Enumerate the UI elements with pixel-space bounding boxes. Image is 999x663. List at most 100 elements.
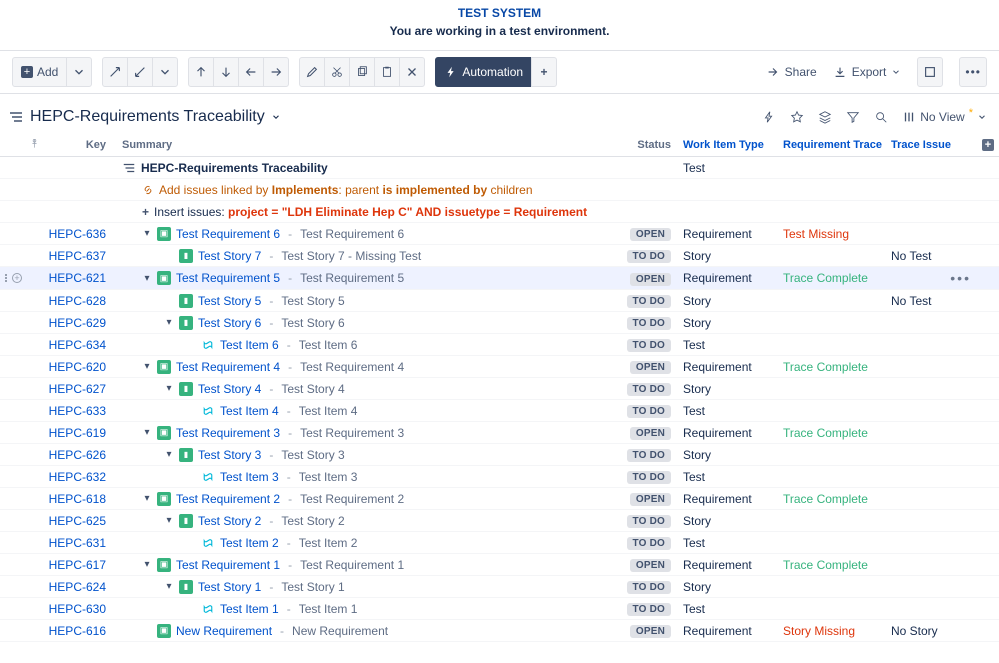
table-row[interactable]: HEPC-631 Test Item 2 - Test Item 2 TO DO… [0, 532, 999, 554]
issue-key-link[interactable]: HEPC-616 [49, 624, 106, 638]
add-row-icon[interactable]: + [12, 273, 22, 283]
issue-summary-link[interactable]: New Requirement [176, 624, 272, 638]
delete-button[interactable] [399, 57, 425, 87]
table-row[interactable]: HEPC-637 Test Story 7 - Test Story 7 - M… [0, 245, 999, 267]
status-badge[interactable]: OPEN [630, 559, 671, 572]
issue-summary-link[interactable]: Test Requirement 4 [176, 360, 280, 374]
expand-diag-icon[interactable] [102, 57, 128, 87]
drag-handle-icon[interactable] [2, 267, 10, 289]
structure-root-row[interactable]: HEPC-Requirements Traceability Test [0, 157, 999, 179]
table-row[interactable]: HEPC-616 New Requirement - New Requireme… [0, 620, 999, 642]
status-badge[interactable]: TO DO [627, 383, 671, 396]
add-button[interactable]: + Add [12, 57, 67, 87]
table-row[interactable]: HEPC-624 ▾ Test Story 1 - Test Story 1 T… [0, 576, 999, 598]
move-down-button[interactable] [213, 57, 239, 87]
issue-key-link[interactable]: HEPC-624 [49, 580, 106, 594]
column-summary[interactable]: Summary [116, 139, 623, 151]
table-row[interactable]: HEPC-618 ▾ Test Requirement 2 - Test Req… [0, 488, 999, 510]
collapse-toggle[interactable]: ▾ [164, 581, 174, 592]
edit-button[interactable] [299, 57, 325, 87]
issue-key-link[interactable]: HEPC-620 [49, 360, 106, 374]
issue-summary-link[interactable]: Test Item 3 [220, 470, 279, 484]
issue-summary-link[interactable]: Test Story 5 [198, 294, 261, 308]
status-badge[interactable]: OPEN [630, 273, 671, 286]
status-badge[interactable]: TO DO [627, 449, 671, 462]
collapse-toggle[interactable]: ▾ [142, 273, 152, 284]
status-badge[interactable]: OPEN [630, 427, 671, 440]
table-row[interactable]: HEPC-627 ▾ Test Story 4 - Test Story 4 T… [0, 378, 999, 400]
status-badge[interactable]: TO DO [627, 515, 671, 528]
move-left-button[interactable] [238, 57, 264, 87]
column-work-item-type[interactable]: Work Item Type [683, 139, 783, 151]
expand-dropdown[interactable] [152, 57, 178, 87]
collapse-toggle[interactable]: ▾ [142, 427, 152, 438]
issue-key-link[interactable]: HEPC-625 [49, 514, 106, 528]
issue-summary-link[interactable]: Test Requirement 5 [176, 271, 280, 285]
table-row[interactable]: HEPC-619 ▾ Test Requirement 3 - Test Req… [0, 422, 999, 444]
row-actions-button[interactable]: ••• [950, 270, 977, 286]
table-row[interactable]: HEPC-626 ▾ Test Story 3 - Test Story 3 T… [0, 444, 999, 466]
issue-summary-link[interactable]: Test Item 1 [220, 602, 279, 616]
move-right-button[interactable] [263, 57, 289, 87]
issue-summary-link[interactable]: Test Story 7 [198, 249, 261, 263]
column-requirement-trace[interactable]: Requirement Trace [783, 139, 891, 151]
issue-key-link[interactable]: HEPC-634 [49, 338, 106, 352]
table-row[interactable]: HEPC-620 ▾ Test Requirement 4 - Test Req… [0, 356, 999, 378]
issue-key-link[interactable]: HEPC-632 [49, 470, 106, 484]
issue-key-link[interactable]: HEPC-631 [49, 536, 106, 550]
layers-button[interactable] [818, 110, 832, 124]
collapse-toggle[interactable]: ▾ [142, 361, 152, 372]
favorite-toggle[interactable] [790, 110, 804, 124]
automation-button[interactable]: Automation [435, 57, 532, 87]
issue-summary-link[interactable]: Test Story 3 [198, 448, 261, 462]
issue-key-link[interactable]: HEPC-636 [49, 227, 106, 241]
cut-button[interactable] [324, 57, 350, 87]
collapse-toggle[interactable]: ▾ [142, 559, 152, 570]
status-badge[interactable]: OPEN [630, 625, 671, 638]
issue-summary-link[interactable]: Test Requirement 6 [176, 227, 280, 241]
structure-title[interactable]: HEPC-Requirements Traceability [8, 108, 281, 126]
issue-key-link[interactable]: HEPC-629 [49, 316, 106, 330]
collapse-toggle[interactable]: ▾ [164, 317, 174, 328]
issue-summary-link[interactable]: Test Requirement 2 [176, 492, 280, 506]
status-badge[interactable]: OPEN [630, 228, 671, 241]
issue-summary-link[interactable]: Test Item 2 [220, 536, 279, 550]
issue-key-link[interactable]: HEPC-628 [49, 294, 106, 308]
issue-summary-link[interactable]: Test Story 6 [198, 316, 261, 330]
move-up-button[interactable] [188, 57, 214, 87]
table-row[interactable]: HEPC-634 Test Item 6 - Test Item 6 TO DO… [0, 334, 999, 356]
view-selector[interactable]: No View* [902, 110, 987, 124]
status-badge[interactable]: TO DO [627, 339, 671, 352]
add-dropdown[interactable] [66, 57, 92, 87]
issue-summary-link[interactable]: Test Story 4 [198, 382, 261, 396]
collapse-toggle[interactable]: ▾ [164, 449, 174, 460]
collapse-toggle[interactable]: ▾ [164, 515, 174, 526]
status-badge[interactable]: TO DO [627, 581, 671, 594]
table-row[interactable]: + HEPC-621 ▾ Test Requirement 5 - Test R… [0, 267, 999, 290]
issue-summary-link[interactable]: Test Requirement 1 [176, 558, 280, 572]
column-trace-issue[interactable]: Trace Issue [891, 139, 977, 151]
automation-add-button[interactable]: + [531, 57, 557, 87]
table-row[interactable]: HEPC-632 Test Item 3 - Test Item 3 TO DO… [0, 466, 999, 488]
issue-key-link[interactable]: HEPC-617 [49, 558, 106, 572]
more-button[interactable]: ••• [959, 57, 987, 87]
bolt-toggle[interactable] [762, 110, 776, 124]
table-row[interactable]: HEPC-628 Test Story 5 - Test Story 5 TO … [0, 290, 999, 312]
issue-key-link[interactable]: HEPC-626 [49, 448, 106, 462]
status-badge[interactable]: TO DO [627, 317, 671, 330]
issue-summary-link[interactable]: Test Item 4 [220, 404, 279, 418]
issue-summary-link[interactable]: Test Requirement 3 [176, 426, 280, 440]
table-row[interactable]: HEPC-617 ▾ Test Requirement 1 - Test Req… [0, 554, 999, 576]
search-button[interactable] [874, 110, 888, 124]
insert-generator-row[interactable]: + Insert issues: project = "LDH Eliminat… [0, 201, 999, 223]
status-badge[interactable]: TO DO [627, 471, 671, 484]
column-key[interactable]: Key [44, 139, 116, 151]
status-badge[interactable]: TO DO [627, 603, 671, 616]
issue-key-link[interactable]: HEPC-619 [49, 426, 106, 440]
issue-key-link[interactable]: HEPC-637 [49, 249, 106, 263]
table-row[interactable]: HEPC-625 ▾ Test Story 2 - Test Story 2 T… [0, 510, 999, 532]
status-badge[interactable]: OPEN [630, 361, 671, 374]
status-badge[interactable]: TO DO [627, 250, 671, 263]
collapse-toggle[interactable]: ▾ [142, 228, 152, 239]
table-row[interactable]: HEPC-633 Test Item 4 - Test Item 4 TO DO… [0, 400, 999, 422]
